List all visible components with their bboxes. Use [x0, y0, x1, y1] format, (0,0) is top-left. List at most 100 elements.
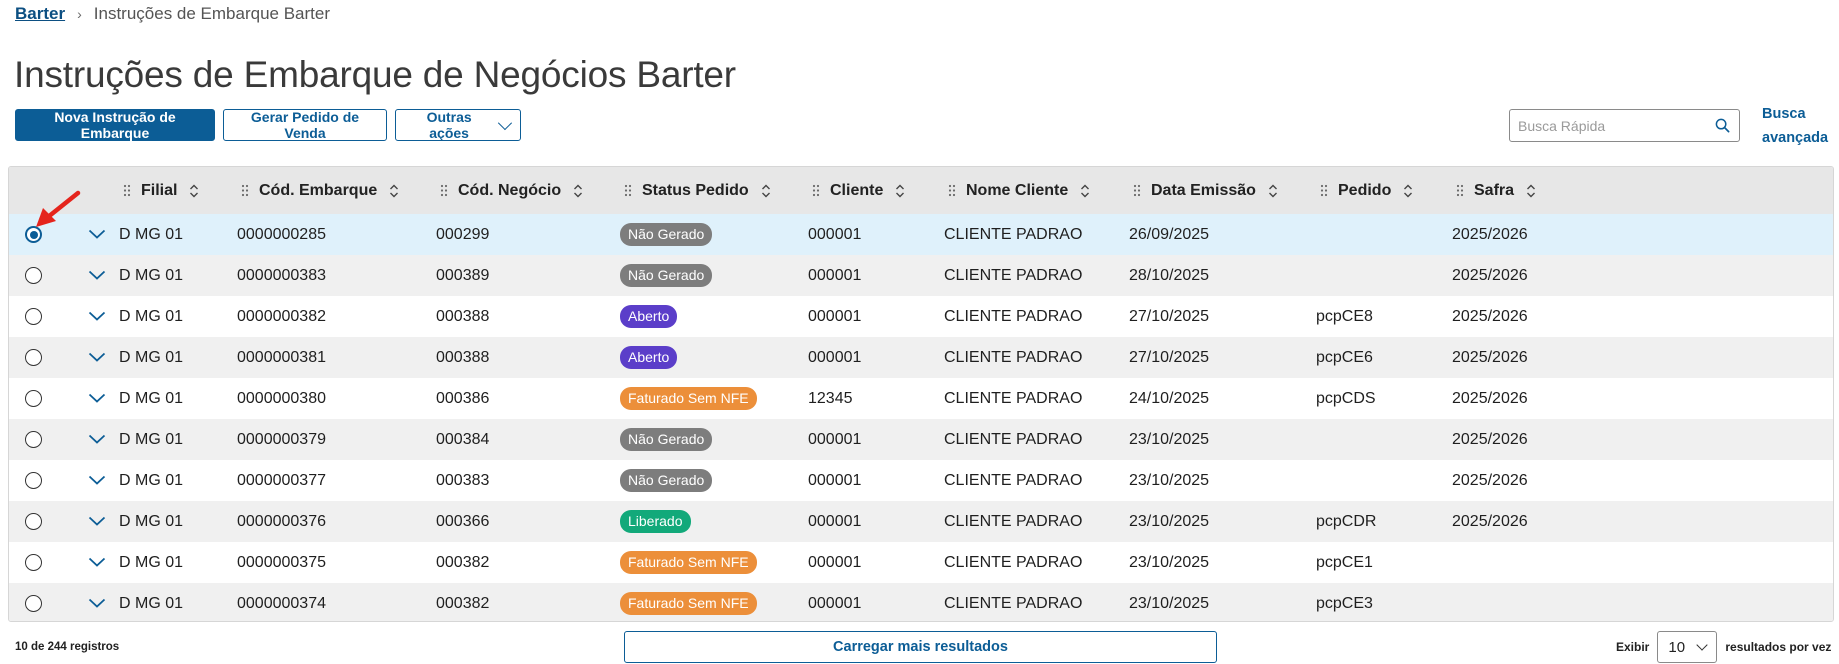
cell-cod-negocio: 000382	[436, 594, 490, 612]
table-row[interactable]: D MG 01 0000000377 000383 Não Gerado 000001 C…	[9, 460, 1833, 501]
toolbar: Nova Instrução de Embarque Gerar Pedido …	[15, 109, 521, 141]
expand-row-chevron-icon[interactable]	[88, 225, 106, 243]
per-page-suffix: resultados por vez	[1725, 640, 1832, 654]
expand-row-chevron-icon[interactable]	[88, 389, 106, 407]
row-select-radio[interactable]	[25, 349, 42, 366]
cell-filial: D MG 01	[119, 266, 184, 284]
expand-row-chevron-icon[interactable]	[88, 307, 106, 325]
row-select-radio[interactable]	[25, 226, 42, 243]
table-row[interactable]: D MG 01 0000000285 000299 Não Gerado 000001 C…	[9, 214, 1833, 255]
table-row[interactable]: D MG 01 0000000376 000366 Liberado 000001 CLI…	[9, 501, 1833, 542]
sort-icon[interactable]	[1080, 184, 1090, 198]
cell-safra: 2025/2026	[1452, 430, 1528, 448]
cell-safra: 2025/2026	[1452, 348, 1528, 366]
load-more-button[interactable]: Carregar mais resultados	[624, 631, 1217, 663]
cell-data-emissao: 27/10/2025	[1129, 348, 1210, 366]
per-page-select[interactable]: 10	[1657, 631, 1718, 663]
column-header-cod-negocio[interactable]: Cód. Negócio	[440, 167, 583, 214]
sort-icon[interactable]	[1526, 184, 1536, 198]
row-select-radio[interactable]	[25, 554, 42, 571]
generate-sales-order-button[interactable]: Gerar Pedido de Venda	[223, 109, 387, 141]
status-badge: Aberto	[620, 305, 678, 328]
cell-status: Não Gerado	[620, 419, 713, 460]
column-header-filial[interactable]: Filial	[123, 167, 199, 214]
sort-icon[interactable]	[573, 184, 583, 198]
table-row[interactable]: D MG 01 0000000382 000388 Aberto 000001 CLIEN…	[9, 296, 1833, 337]
cell-cod-embarque: 0000000285	[237, 225, 326, 243]
column-header-safra[interactable]: Safra	[1456, 167, 1536, 214]
new-shipping-instruction-button[interactable]: Nova Instrução de Embarque	[15, 109, 215, 141]
drag-handle-icon[interactable]	[1320, 184, 1328, 197]
cell-status: Aberto	[620, 337, 678, 378]
sort-icon[interactable]	[895, 184, 905, 198]
row-select-radio[interactable]	[25, 513, 42, 530]
cell-cod-negocio: 000383	[436, 471, 490, 489]
cell-pedido: pcpCDS	[1316, 389, 1376, 407]
column-header-data-emissao[interactable]: Data Emissão	[1133, 167, 1278, 214]
column-header-status[interactable]: Status Pedido	[624, 167, 771, 214]
cell-data-emissao: 23/10/2025	[1129, 430, 1210, 448]
drag-handle-icon[interactable]	[440, 184, 448, 197]
cell-safra: 2025/2026	[1452, 225, 1528, 243]
cell-cliente: 000001	[808, 471, 862, 489]
table-row[interactable]: D MG 01 0000000374 000382 Faturado Sem NFE 0…	[9, 583, 1833, 621]
sort-icon[interactable]	[761, 184, 771, 198]
table-row[interactable]: D MG 01 0000000380 000386 Faturado Sem NFE 1…	[9, 378, 1833, 419]
table-row[interactable]: D MG 01 0000000383 000389 Não Gerado 000001 C…	[9, 255, 1833, 296]
other-actions-button[interactable]: Outras ações	[395, 109, 521, 141]
row-select-radio[interactable]	[25, 472, 42, 489]
row-select-radio[interactable]	[25, 390, 42, 407]
column-header-cod-embarque[interactable]: Cód. Embarque	[241, 167, 399, 214]
drag-handle-icon[interactable]	[123, 184, 131, 197]
advanced-search-link[interactable]: Busca avançada	[1762, 102, 1832, 150]
sort-icon[interactable]	[389, 184, 399, 198]
cell-filial: D MG 01	[119, 307, 184, 325]
table-row[interactable]: D MG 01 0000000379 000384 Não Gerado 000001 C…	[9, 419, 1833, 460]
drag-handle-icon[interactable]	[1133, 184, 1141, 197]
column-header-cliente[interactable]: Cliente	[812, 167, 905, 214]
column-header-label: Data Emissão	[1151, 181, 1256, 199]
cell-cliente: 000001	[808, 307, 862, 325]
cell-cliente: 12345	[808, 389, 853, 407]
expand-row-chevron-icon[interactable]	[88, 471, 106, 489]
column-header-nome-cliente[interactable]: Nome Cliente	[948, 167, 1090, 214]
search-icon[interactable]	[1715, 118, 1730, 133]
page-title: Instruções de Embarque de Negócios Barte…	[14, 54, 736, 95]
drag-handle-icon[interactable]	[624, 184, 632, 197]
row-select-radio[interactable]	[25, 431, 42, 448]
drag-handle-icon[interactable]	[241, 184, 249, 197]
quick-search-box	[1509, 109, 1740, 142]
table-row[interactable]: D MG 01 0000000375 000382 Faturado Sem NFE 0…	[9, 542, 1833, 583]
sort-icon[interactable]	[1268, 184, 1278, 198]
sort-icon[interactable]	[189, 184, 199, 198]
cell-safra: 2025/2026	[1452, 512, 1528, 530]
row-select-radio[interactable]	[25, 267, 42, 284]
drag-handle-icon[interactable]	[948, 184, 956, 197]
drag-handle-icon[interactable]	[1456, 184, 1464, 197]
table-header: Filial Cód. Embarque Cód. Negócio Status Pe…	[9, 167, 1833, 214]
column-header-label: Status Pedido	[642, 181, 749, 199]
cell-status: Faturado Sem NFE	[620, 542, 757, 583]
column-header-pedido[interactable]: Pedido	[1320, 167, 1413, 214]
sort-icon[interactable]	[1403, 184, 1413, 198]
expand-row-chevron-icon[interactable]	[88, 553, 106, 571]
row-select-radio[interactable]	[25, 595, 42, 612]
expand-row-chevron-icon[interactable]	[88, 348, 106, 366]
cell-cod-negocio: 000382	[436, 553, 490, 571]
expand-row-chevron-icon[interactable]	[88, 512, 106, 530]
breadcrumb-link-barter[interactable]: Barter	[15, 4, 65, 24]
breadcrumb-current: Instruções de Embarque Barter	[93, 4, 330, 23]
quick-search-input[interactable]	[1518, 117, 1708, 134]
row-select-radio[interactable]	[25, 308, 42, 325]
status-badge: Não Gerado	[620, 223, 713, 246]
table-row[interactable]: D MG 01 0000000381 000388 Aberto 000001 CLIEN…	[9, 337, 1833, 378]
cell-cod-embarque: 0000000379	[237, 430, 326, 448]
expand-row-chevron-icon[interactable]	[88, 266, 106, 284]
other-actions-label: Outras ações	[426, 109, 472, 141]
expand-row-chevron-icon[interactable]	[88, 594, 106, 612]
drag-handle-icon[interactable]	[812, 184, 820, 197]
column-header-label: Nome Cliente	[966, 181, 1069, 199]
expand-row-chevron-icon[interactable]	[88, 430, 106, 448]
status-badge: Faturado Sem NFE	[620, 551, 757, 574]
cell-pedido: pcpCE1	[1316, 553, 1373, 571]
